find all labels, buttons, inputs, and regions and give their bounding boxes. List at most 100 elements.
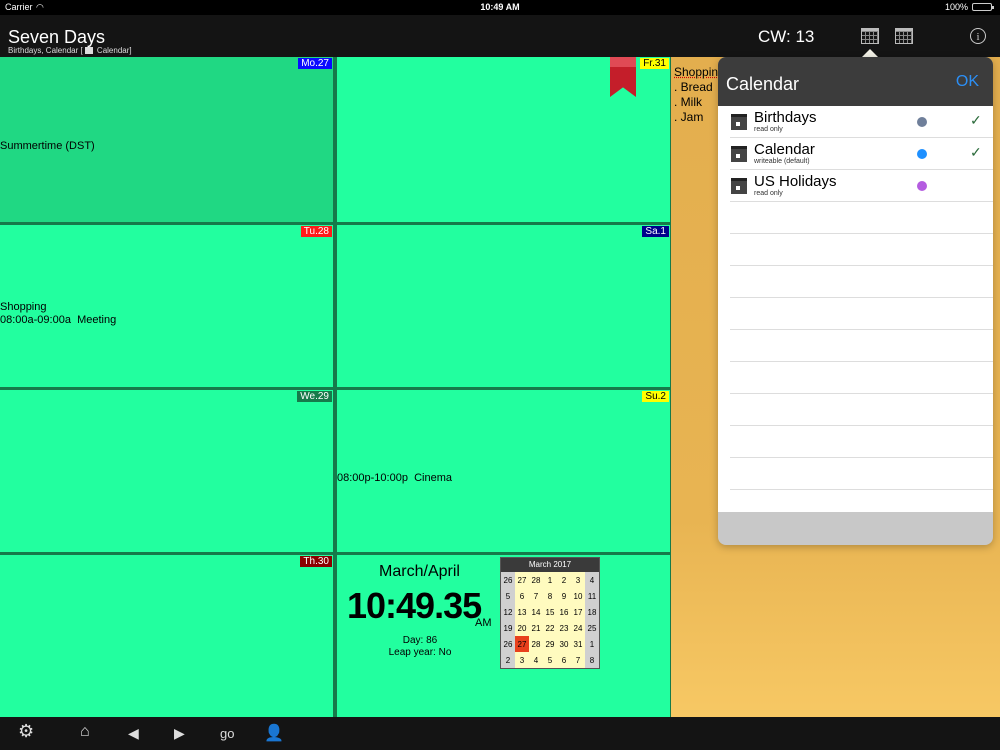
calendar-week-icon[interactable] [861, 28, 879, 44]
mini-calendar-day[interactable]: 28 [529, 572, 543, 588]
day-label: Tu.28 [300, 226, 332, 237]
calendar-list: Birthdays read only ✓ Calendar writeable… [718, 106, 993, 512]
ok-button[interactable]: OK [956, 73, 979, 91]
month-title: March/April [379, 563, 460, 580]
day-cell-sat[interactable]: Sa.1 [337, 225, 670, 387]
mini-calendar-day[interactable]: 28 [529, 636, 543, 652]
mini-calendar-day[interactable]: 7 [571, 652, 585, 668]
mini-calendar-day[interactable]: 24 [571, 620, 585, 636]
info-icon[interactable]: i [970, 28, 986, 44]
user-icon[interactable]: 👤 [264, 723, 284, 743]
mini-calendar-day[interactable]: 22 [543, 620, 557, 636]
mini-calendar-day[interactable]: 12 [501, 604, 515, 620]
mini-calendar-day[interactable]: 20 [515, 620, 529, 636]
next-icon[interactable]: ▶ [174, 725, 185, 742]
week-grid: Mo.27 Summertime (DST) Tu.28 Shopping 08… [0, 57, 671, 717]
mini-calendar-day[interactable]: 6 [515, 588, 529, 604]
home-icon[interactable]: ⌂ [80, 723, 90, 741]
mini-calendar-day[interactable]: 4 [585, 572, 599, 588]
prev-icon[interactable]: ◀ [128, 725, 139, 742]
day-cell-tue[interactable]: Tu.28 Shopping 08:00a-09:00a Meeting [0, 225, 333, 387]
mini-calendar-day[interactable]: 21 [529, 620, 543, 636]
mini-calendar-day[interactable]: 26 [501, 636, 515, 652]
leap-year: Leap year: No [388, 647, 452, 658]
mini-calendar-day[interactable]: 17 [571, 604, 585, 620]
mini-calendar-day[interactable]: 13 [515, 604, 529, 620]
calendar-month-icon[interactable] [895, 28, 913, 44]
mini-calendar-day[interactable]: 15 [543, 604, 557, 620]
mini-calendar-day[interactable]: 18 [585, 604, 599, 620]
mini-calendar-day[interactable]: 19 [501, 620, 515, 636]
popover-title: Calendar [726, 74, 800, 94]
day-cell-wed[interactable]: We.29 [0, 390, 333, 552]
event-text[interactable]: Summertime (DST) [0, 140, 95, 153]
mini-calendar-grid: 26 27 28 1 2 3 4 5 6 7 8 9 10 11 12 13 14 15 16 17 18 19 20 21 2… [501, 572, 599, 668]
mini-calendar-day[interactable]: 27 [515, 636, 529, 652]
empty-row [730, 298, 993, 330]
calendar-row-us-holidays[interactable]: US Holidays read only [730, 170, 993, 202]
empty-row [730, 330, 993, 362]
day-cell-thu[interactable]: Th.30 [0, 555, 333, 717]
calendar-row-birthdays[interactable]: Birthdays read only ✓ [730, 106, 993, 138]
mini-calendar-day[interactable]: 29 [543, 636, 557, 652]
mini-calendar-day[interactable]: 14 [529, 604, 543, 620]
mini-calendar-day[interactable]: 7 [529, 588, 543, 604]
calendar-color-dot [917, 181, 927, 191]
mini-calendar-day[interactable]: 25 [585, 620, 599, 636]
mini-calendar-day[interactable]: 30 [557, 636, 571, 652]
day-cell-fri[interactable]: Fr.31 [337, 57, 670, 222]
calendar-icon [731, 146, 747, 162]
mini-calendar-day[interactable]: 8 [543, 588, 557, 604]
calendar-access: read only [754, 190, 783, 197]
mini-calendar-day[interactable]: 3 [571, 572, 585, 588]
go-button[interactable]: go [220, 726, 234, 741]
popover-header: Calendar OK [718, 57, 993, 106]
mini-calendar-title: March 2017 [501, 558, 599, 572]
clock-time: 10:49.35 [347, 585, 482, 626]
note-line: . Jam [674, 110, 704, 124]
mini-calendar-day[interactable]: 16 [557, 604, 571, 620]
mini-calendar-day[interactable]: 2 [557, 572, 571, 588]
calendar-color-dot [917, 117, 927, 127]
info-cell: March/April 10:49.35 AM Day: 86 Leap yea… [337, 555, 670, 717]
mini-calendar-day[interactable]: 6 [557, 652, 571, 668]
mini-calendar-day[interactable]: 5 [501, 588, 515, 604]
mini-calendar-day[interactable]: 23 [557, 620, 571, 636]
gear-icon[interactable]: ⚙ [18, 721, 34, 742]
calendar-subtitle: Birthdays, Calendar [ Calendar] [8, 46, 132, 55]
mini-calendar-day[interactable]: 26 [501, 572, 515, 588]
day-cell-sun[interactable]: Su.2 08:00p-10:00p Cinema [337, 390, 670, 552]
mini-calendar-day[interactable]: 10 [571, 588, 585, 604]
mini-calendar-day[interactable]: 5 [543, 652, 557, 668]
mini-calendar-day[interactable]: 2 [501, 652, 515, 668]
empty-row [730, 202, 993, 234]
empty-row [730, 362, 993, 394]
empty-row [730, 458, 993, 490]
battery-icon [972, 3, 994, 11]
bookmark-ribbon-icon[interactable] [610, 57, 636, 97]
event-text[interactable]: Shopping [0, 301, 47, 314]
calendar-access: read only [754, 126, 783, 133]
event-text[interactable]: 08:00a-09:00a Meeting [0, 314, 116, 327]
day-cell-mon[interactable]: Mo.27 Summertime (DST) [0, 57, 333, 222]
mini-calendar-day[interactable]: 31 [571, 636, 585, 652]
mini-calendar-day[interactable]: 11 [585, 588, 599, 604]
mini-calendar-day[interactable]: 8 [585, 652, 599, 668]
mini-calendar-day[interactable]: 1 [543, 572, 557, 588]
calendar-small-icon [84, 47, 93, 55]
mini-calendar-day[interactable]: 9 [557, 588, 571, 604]
mini-calendar-day[interactable]: 1 [585, 636, 599, 652]
calendar-row-calendar[interactable]: Calendar writeable (default) ✓ [730, 138, 993, 170]
calendar-name: Calendar [754, 141, 815, 158]
mini-calendar[interactable]: March 2017 26 27 28 1 2 3 4 5 6 7 8 9 10 11 12 13 14 15 16… [500, 557, 600, 669]
calendar-color-dot [917, 149, 927, 159]
mini-calendar-day[interactable]: 3 [515, 652, 529, 668]
empty-row [730, 490, 993, 512]
calendar-name: US Holidays [754, 173, 837, 190]
note-line: . Bread [674, 80, 713, 94]
mini-calendar-day[interactable]: 4 [529, 652, 543, 668]
calendar-icon [731, 178, 747, 194]
mini-calendar-day[interactable]: 27 [515, 572, 529, 588]
event-text[interactable]: 08:00p-10:00p Cinema [337, 472, 452, 485]
navigation-bar: Seven Days Birthdays, Calendar [ Calenda… [0, 15, 1000, 57]
